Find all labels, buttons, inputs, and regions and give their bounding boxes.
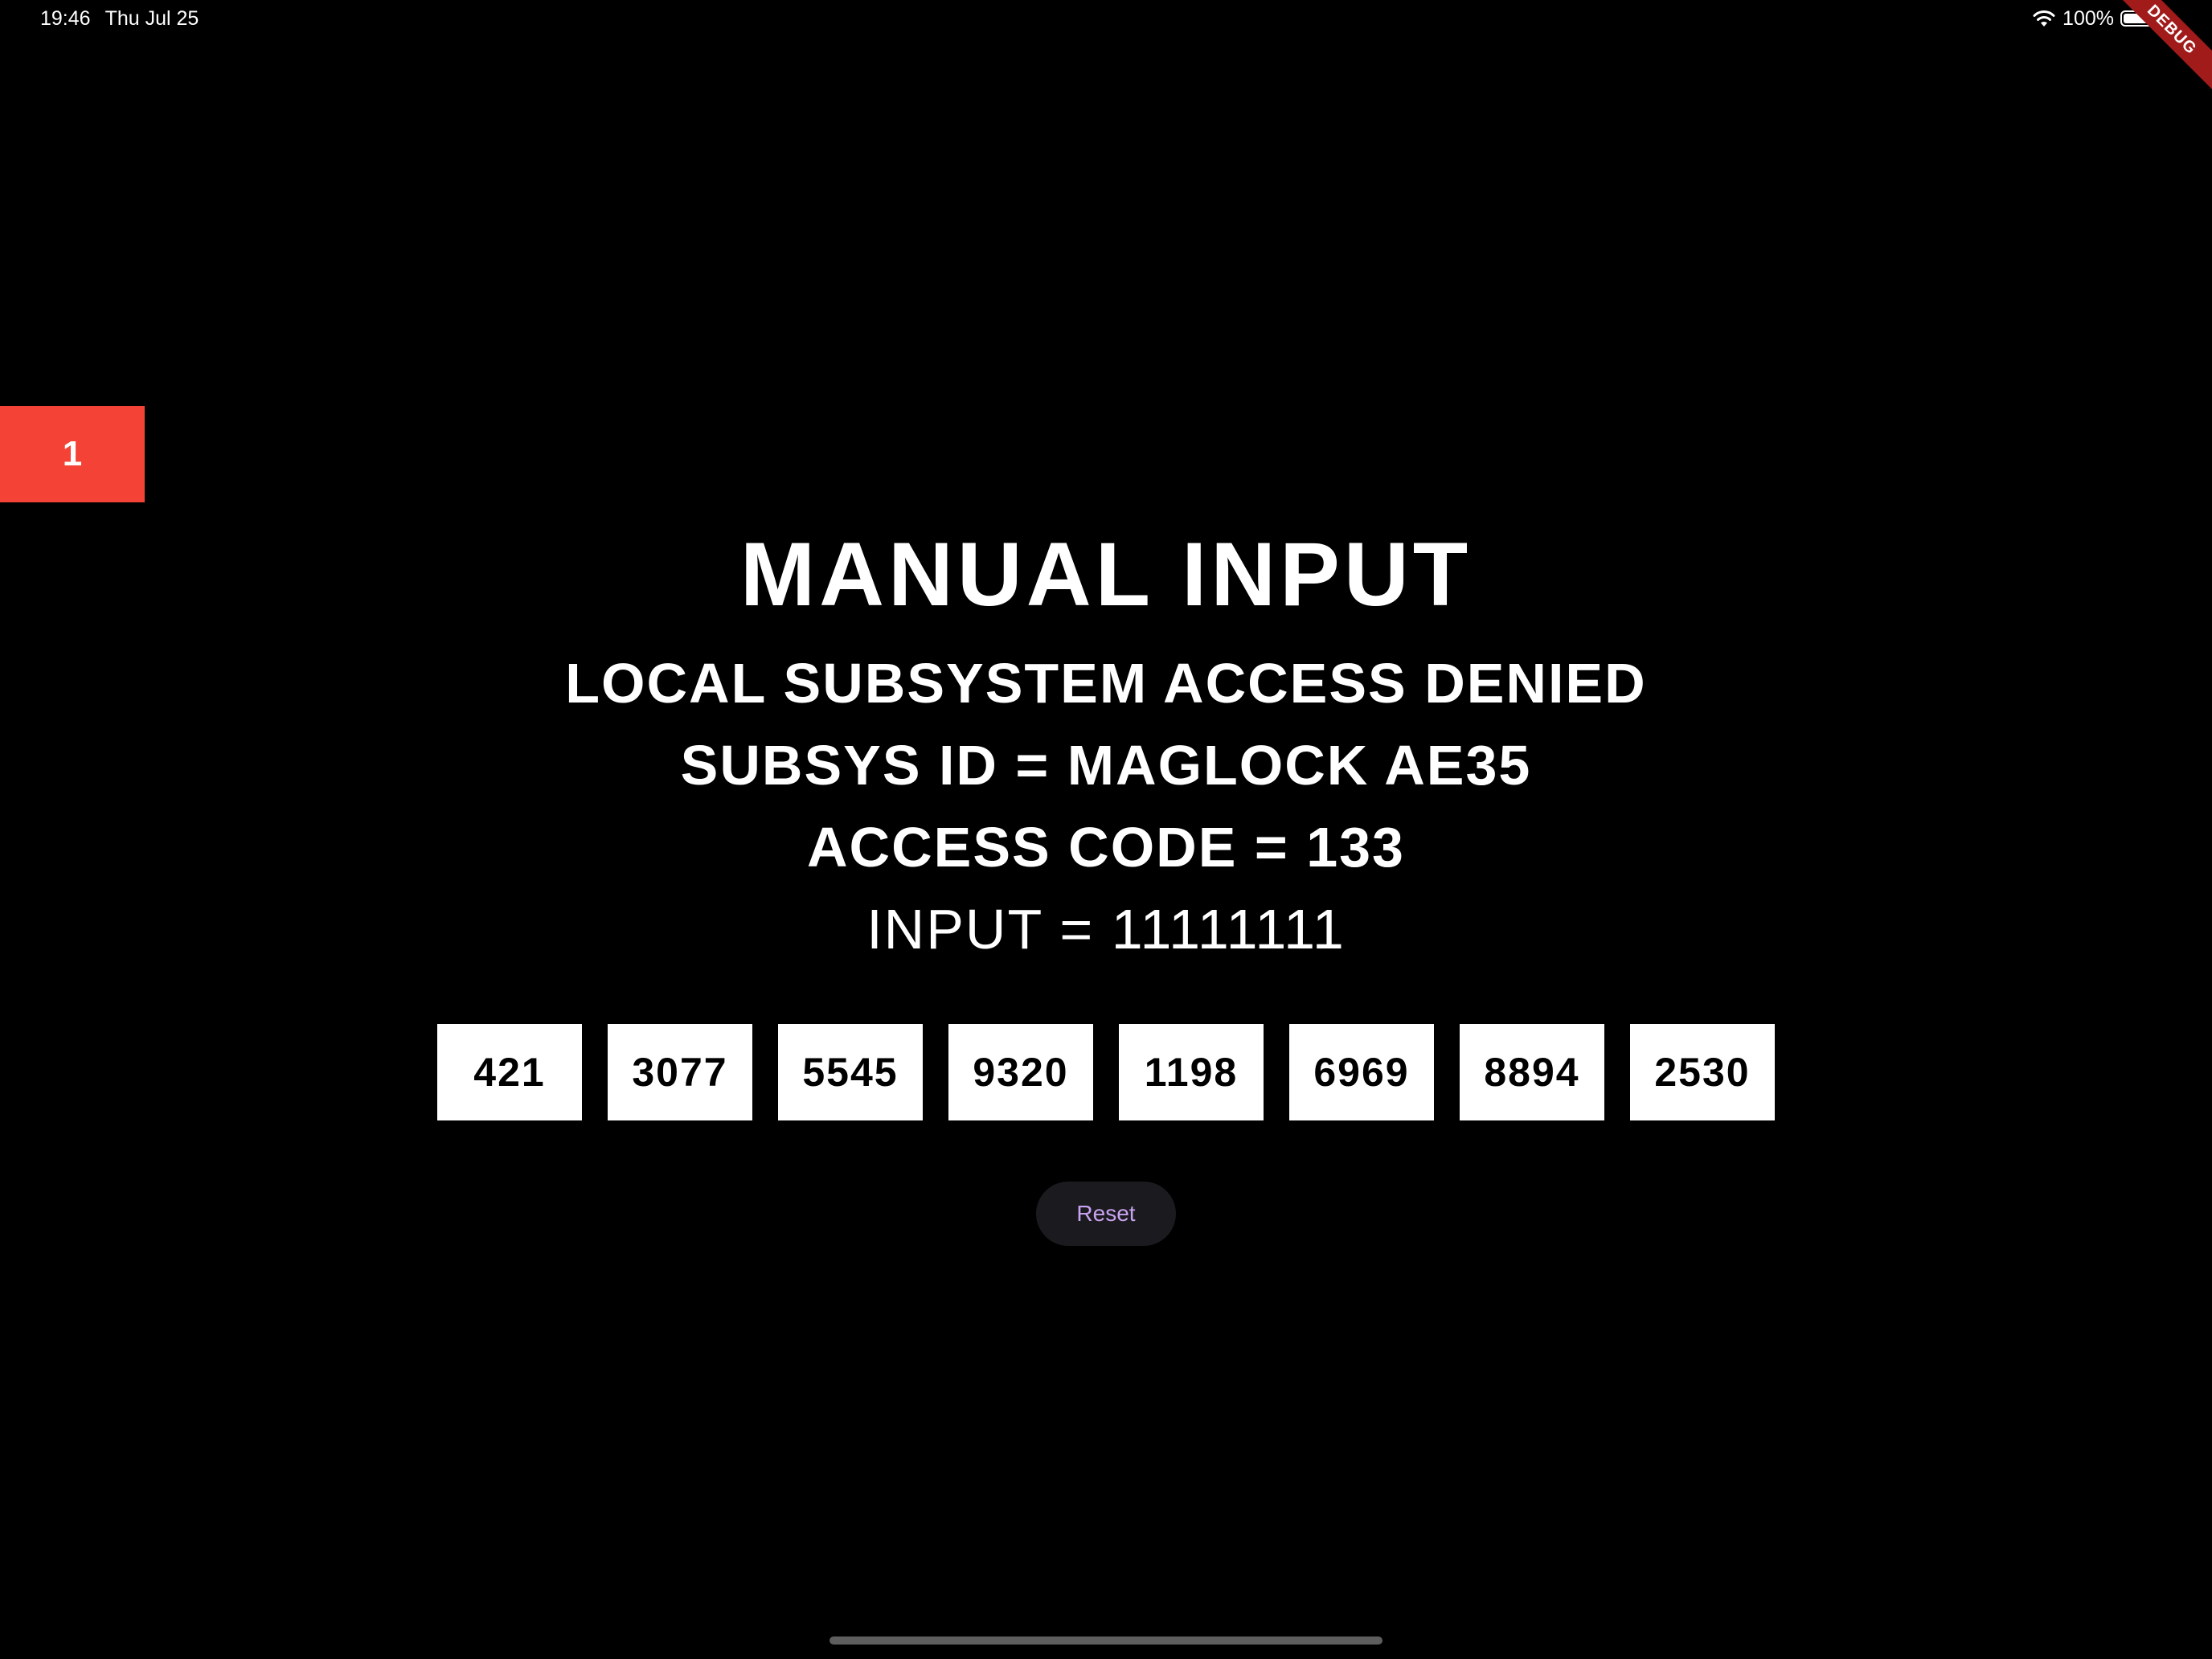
code-button[interactable]: 421 [437,1024,582,1120]
battery-percentage: 100% [2062,6,2114,30]
reset-button[interactable]: Reset [1036,1182,1176,1246]
code-button[interactable]: 6969 [1289,1024,1434,1120]
counter-badge: 1 [0,406,145,502]
code-button[interactable]: 5545 [778,1024,923,1120]
code-button[interactable]: 1198 [1119,1024,1264,1120]
code-buttons-row: 421 3077 5545 9320 1198 6969 8894 2530 [437,1024,1775,1120]
code-button[interactable]: 8894 [1460,1024,1604,1120]
status-line-access-code: ACCESS CODE = 133 [807,816,1405,879]
code-button[interactable]: 9320 [948,1024,1093,1120]
code-button[interactable]: 2530 [1630,1024,1775,1120]
status-date: Thu Jul 25 [104,7,199,30]
home-indicator[interactable] [830,1636,1382,1645]
status-bar-left: 19:46 Thu Jul 25 [40,5,199,32]
page-title: MANUAL INPUT [739,524,1473,625]
status-line-input: INPUT = 11111111 [866,898,1346,961]
status-line-access-denied: LOCAL SUBSYSTEM ACCESS DENIED [565,652,1647,715]
status-line-subsys-id: SUBSYS ID = MAGLOCK AE35 [680,734,1532,797]
wifi-icon [2033,10,2055,27]
code-button[interactable]: 3077 [608,1024,752,1120]
screen: 19:46 Thu Jul 25 100% DEBUG 1 MANUAL INPU… [0,0,2212,1659]
status-time: 19:46 [40,7,91,30]
